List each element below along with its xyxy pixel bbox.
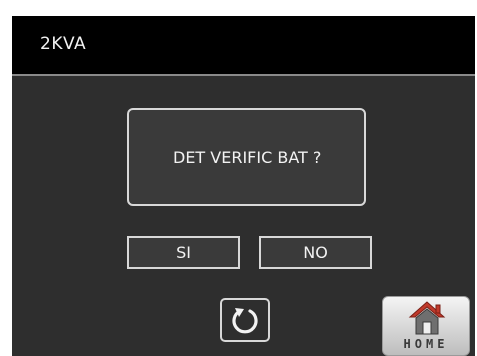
ups-display-screen: 2KVA DET VERIFIC BAT ? SI NO HOME <box>12 16 475 356</box>
no-button[interactable]: NO <box>259 236 372 269</box>
confirm-message: DET VERIFIC BAT ? <box>173 148 322 167</box>
yes-button-label: SI <box>176 243 191 262</box>
yes-button[interactable]: SI <box>127 236 240 269</box>
rotate-back-icon <box>232 308 258 334</box>
device-model-title: 2KVA <box>40 34 87 54</box>
home-label: HOME <box>403 337 449 351</box>
home-icon <box>408 301 446 335</box>
home-button[interactable]: HOME <box>382 296 470 356</box>
header-bar: 2KVA <box>12 16 475 76</box>
no-button-label: NO <box>303 243 328 262</box>
confirm-message-box: DET VERIFIC BAT ? <box>127 108 366 206</box>
back-button[interactable] <box>220 298 270 342</box>
